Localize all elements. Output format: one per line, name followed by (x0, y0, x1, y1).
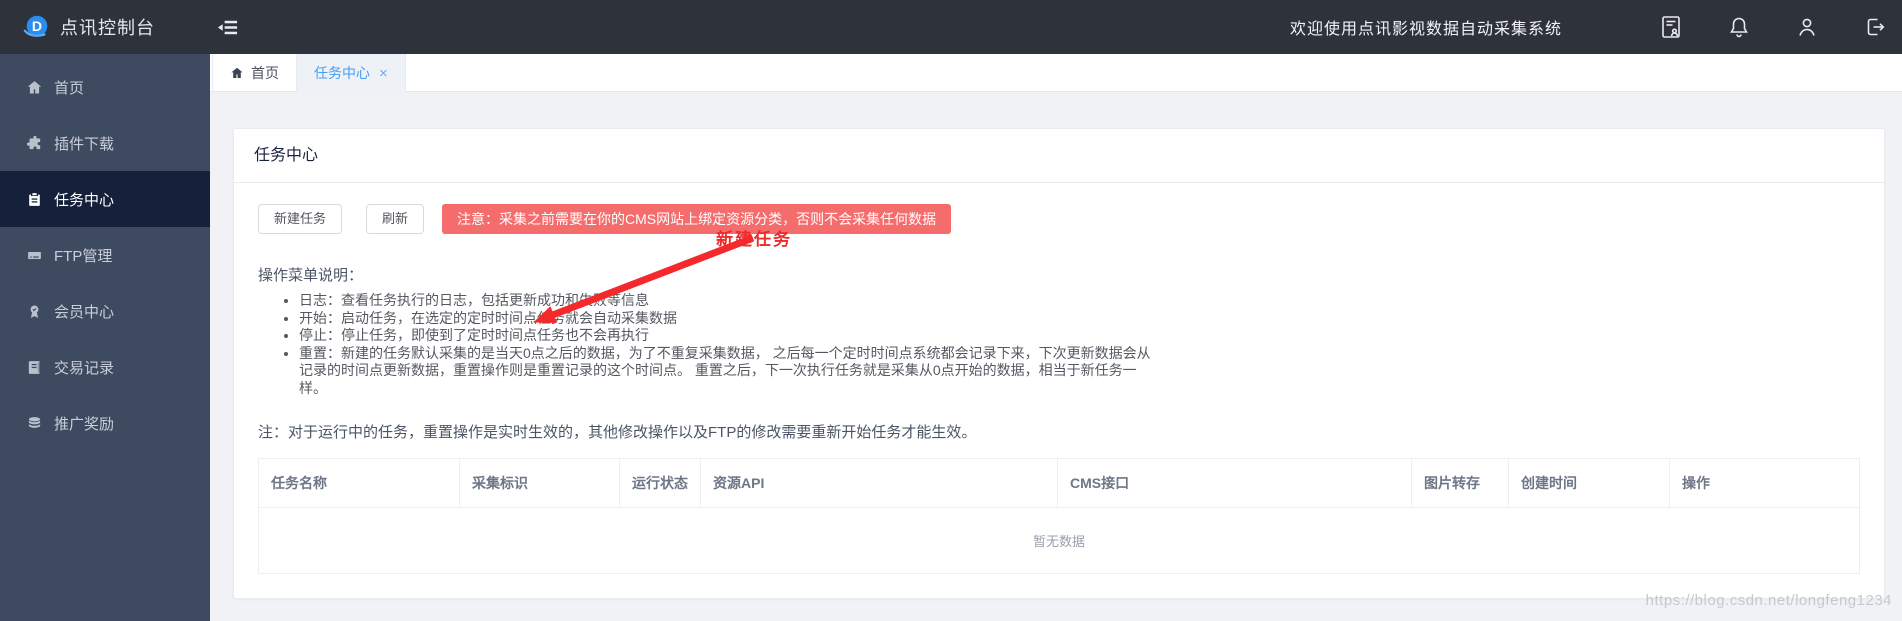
sidebar-item-label: 任务中心 (54, 189, 114, 210)
sidebar-item-label: 推广奖励 (54, 413, 114, 434)
sidebar-item-home[interactable]: 首页 (0, 59, 210, 115)
sidebar-item-label: 会员中心 (54, 301, 114, 322)
sidebar-item-label: 交易记录 (54, 357, 114, 378)
help-item-stop: 停止：停止任务，即使到了定时时间点任务也不会再执行 (299, 327, 1163, 345)
menu-help-list: 日志：查看任务执行的日志，包括更新成功和失败等信息 开始：启动任务，在选定的定时… (258, 292, 1163, 397)
help-item-start: 开始：启动任务，在选定的定时时间点任务就会自动采集数据 (299, 310, 1163, 328)
welcome-text: 欢迎使用点讯影视数据自动采集系统 (1290, 15, 1562, 39)
sidebar-item-transactions[interactable]: 交易记录 (0, 339, 210, 395)
sidebar-item-label: 首页 (54, 77, 84, 98)
svg-text:D: D (32, 18, 42, 34)
sidebar-item-ftp[interactable]: FTP管理 (0, 227, 210, 283)
tab-task-center[interactable]: 任务中心 × (297, 54, 406, 92)
page-tabs: 首页 任务中心 × (210, 54, 1902, 92)
logout-icon[interactable] (1862, 14, 1888, 40)
cms-binding-notice: 注意：采集之前需要在你的CMS网站上绑定资源分类，否则不会采集任何数据 (442, 204, 951, 234)
toolbar: 新建任务 刷新 注意：采集之前需要在你的CMS网站上绑定资源分类，否则不会采集任… (258, 204, 1860, 234)
refresh-button[interactable]: 刷新 (366, 204, 424, 234)
col-actions: 操作 (1670, 459, 1860, 508)
card-title: 任务中心 (234, 129, 1884, 183)
profile-card-icon[interactable] (1658, 14, 1684, 40)
task-center-card: 任务中心 新建任务 刷新 注意：采集之前需要在你的CMS网站上绑定资源分类，否则… (233, 128, 1885, 599)
tab-label: 任务中心 (314, 63, 370, 83)
sidebar-item-promotion-rewards[interactable]: 推广奖励 (0, 395, 210, 451)
plugin-icon (25, 134, 43, 152)
top-bar: D 点讯控制台 欢迎使用点讯影视数据自动采集系统 (0, 0, 1902, 54)
sidebar-item-plugin-download[interactable]: 插件下载 (0, 115, 210, 171)
help-item-log: 日志：查看任务执行的日志，包括更新成功和失败等信息 (299, 292, 1163, 310)
logo-icon: D (22, 12, 52, 42)
running-task-note: 注：对于运行中的任务，重置操作是实时生效的，其他修改操作以及FTP的修改需要重新… (258, 421, 1860, 442)
sidebar-item-label: 插件下载 (54, 133, 114, 154)
transaction-icon (25, 358, 43, 376)
sidebar-collapse-icon[interactable] (210, 10, 244, 44)
tab-home[interactable]: 首页 (212, 54, 297, 92)
menu-help-title: 操作菜单说明： (258, 264, 1860, 285)
task-icon (25, 190, 43, 208)
home-icon (25, 78, 43, 96)
task-table: 任务名称 采集标识 运行状态 资源API CMS接口 图片转存 创建时间 操作 … (258, 458, 1860, 574)
sidebar-menu: 首页 插件下载 任务中心 (0, 54, 210, 451)
topbar-actions: 欢迎使用点讯影视数据自动采集系统 (1290, 14, 1902, 40)
watermark-text: https://blog.csdn.net/longfeng1234 (1646, 592, 1892, 609)
col-collect-id: 采集标识 (460, 459, 620, 508)
sidebar-item-task-center[interactable]: 任务中心 (0, 171, 210, 227)
member-icon (25, 302, 43, 320)
sidebar-item-label: FTP管理 (54, 245, 112, 266)
help-item-reset: 重置：新建的任务默认采集的是当天0点之后的数据，为了不重复采集数据， 之后每一个… (299, 345, 1163, 398)
sidebar-item-member-center[interactable]: 会员中心 (0, 283, 210, 339)
home-icon (230, 66, 244, 80)
main-content: 任务中心 新建任务 刷新 注意：采集之前需要在你的CMS网站上绑定资源分类，否则… (210, 92, 1902, 621)
app-logo[interactable]: D 点讯控制台 (0, 0, 210, 54)
card-body: 新建任务 刷新 注意：采集之前需要在你的CMS网站上绑定资源分类，否则不会采集任… (234, 183, 1884, 598)
notifications-bell-icon[interactable] (1726, 14, 1752, 40)
tab-label: 首页 (251, 63, 279, 83)
col-created-time: 创建时间 (1509, 459, 1670, 508)
annotation-new-task: 新建任务 (716, 225, 792, 250)
table-empty-row: 暂无数据 (259, 508, 1860, 574)
col-image-transfer: 图片转存 (1412, 459, 1509, 508)
empty-data-text: 暂无数据 (259, 508, 1860, 574)
col-cms-api: CMS接口 (1058, 459, 1412, 508)
reward-icon (25, 414, 43, 432)
close-icon[interactable]: × (379, 66, 388, 81)
col-resource-api: 资源API (701, 459, 1058, 508)
app-title: 点讯控制台 (60, 14, 155, 40)
col-task-name: 任务名称 (259, 459, 460, 508)
sidebar: 首页 插件下载 任务中心 (0, 54, 210, 621)
table-header-row: 任务名称 采集标识 运行状态 资源API CMS接口 图片转存 创建时间 操作 (259, 459, 1860, 508)
user-account-icon[interactable] (1794, 14, 1820, 40)
col-run-status: 运行状态 (620, 459, 701, 508)
ftp-icon (25, 246, 43, 264)
new-task-button[interactable]: 新建任务 (258, 204, 342, 234)
